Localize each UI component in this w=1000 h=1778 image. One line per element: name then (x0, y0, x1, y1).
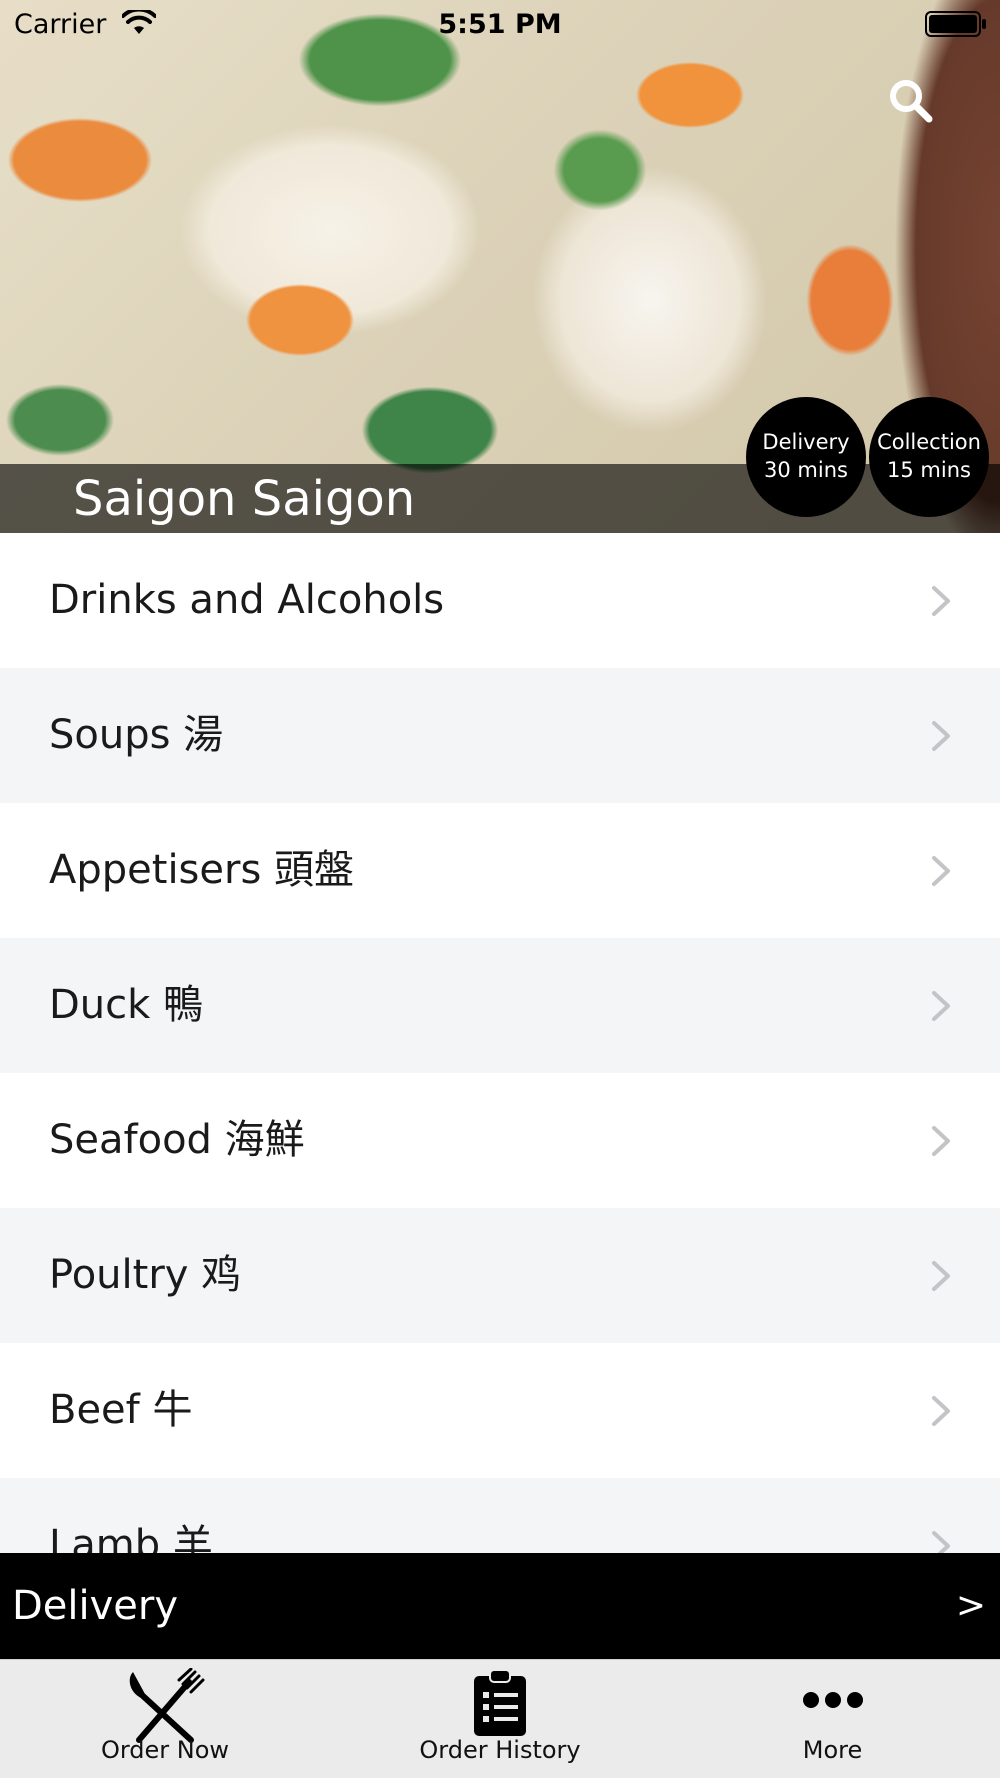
chevron-right-icon (932, 991, 950, 1021)
tab-more[interactable]: More (740, 1660, 925, 1778)
tab-order-history[interactable]: Order History (385, 1660, 615, 1778)
chevron-right-icon (932, 586, 950, 616)
restaurant-name: Saigon Saigon (73, 471, 416, 527)
menu-item-label: Soups 湯 (49, 712, 224, 758)
tab-label: Order History (419, 1736, 581, 1764)
delivery-badge-label: Delivery (762, 430, 850, 454)
collection-badge-label: Collection (877, 430, 981, 454)
menu-category-list[interactable]: Drinks and Alcohols Soups 湯 Appetisers 頭… (0, 533, 1000, 1553)
list-item[interactable]: Duck 鴨 (0, 938, 1000, 1073)
menu-item-label: Lamb 羊 (49, 1522, 213, 1553)
list-item[interactable]: Seafood 海鮮 (0, 1073, 1000, 1208)
collection-badge-time: 15 mins (887, 458, 971, 482)
list-item[interactable]: Soups 湯 (0, 668, 1000, 803)
chevron-right-icon (932, 1261, 950, 1291)
tab-order-now[interactable]: Order Now (70, 1660, 260, 1778)
battery-icon (925, 11, 986, 37)
menu-item-label: Duck 鴨 (49, 982, 204, 1028)
list-item[interactable]: Appetisers 頭盤 (0, 803, 1000, 938)
fork-knife-icon (129, 1668, 205, 1743)
list-item[interactable]: Poultry 鸡 (0, 1208, 1000, 1343)
list-item[interactable]: Drinks and Alcohols (0, 533, 1000, 668)
delivery-mode-label: Delivery (12, 1583, 179, 1629)
hero-banner: Carrier 5:51 PM Saigon Saigon Delivery 3… (0, 0, 1000, 533)
chevron-right-icon (932, 856, 950, 886)
tab-label: Order Now (100, 1736, 230, 1764)
tab-bar: Order Now Order History More (0, 1659, 1000, 1778)
delivery-arrow-icon: > (955, 1585, 986, 1626)
chevron-right-icon (932, 1396, 950, 1426)
tab-label: More (802, 1736, 863, 1764)
chevron-right-icon (932, 1126, 950, 1156)
menu-item-label: Seafood 海鮮 (49, 1117, 305, 1163)
list-item[interactable]: Lamb 羊 (0, 1478, 1000, 1553)
status-time: 5:51 PM (438, 9, 562, 40)
status-bar: Carrier 5:51 PM (0, 0, 1000, 50)
delivery-mode-bar[interactable]: Delivery > (0, 1553, 1000, 1659)
list-item[interactable]: Beef 牛 (0, 1343, 1000, 1478)
search-button[interactable] (884, 74, 940, 130)
menu-item-label: Poultry 鸡 (49, 1252, 242, 1298)
menu-item-label: Appetisers 頭盤 (49, 847, 354, 893)
search-icon (890, 80, 933, 123)
clipboard-icon (474, 1669, 526, 1736)
chevron-right-icon (932, 721, 950, 751)
menu-item-label: Drinks and Alcohols (49, 577, 445, 623)
chevron-right-icon (932, 1531, 950, 1553)
more-dots-icon (803, 1692, 863, 1708)
delivery-time-badge: Delivery 30 mins (746, 397, 866, 517)
delivery-badge-time: 30 mins (764, 458, 848, 482)
collection-time-badge: Collection 15 mins (869, 397, 989, 517)
menu-item-label: Beef 牛 (49, 1387, 193, 1433)
